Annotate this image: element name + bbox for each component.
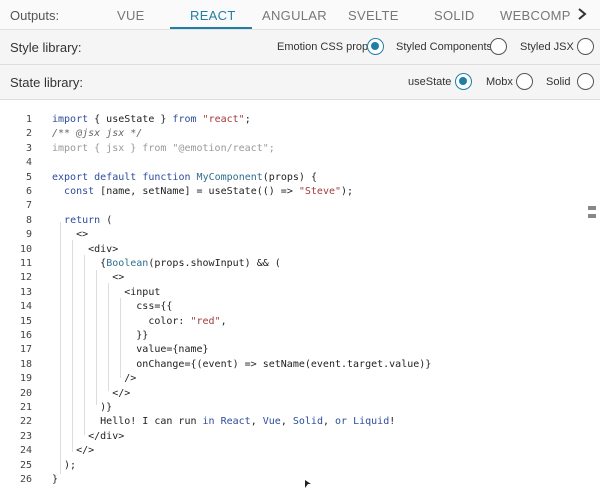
line-number: 22 bbox=[19, 416, 32, 428]
line-number: 20 bbox=[19, 387, 32, 399]
line-number: 16 bbox=[19, 330, 32, 341]
line-number: 24 bbox=[19, 445, 32, 457]
code-line[interactable]: ); bbox=[52, 460, 76, 471]
option-mobx-label: Mobx bbox=[486, 76, 513, 88]
radio-usestate[interactable] bbox=[455, 73, 472, 90]
active-tab-indicator bbox=[170, 27, 252, 29]
line-number: 23 bbox=[19, 430, 32, 442]
scrollbar-marker[interactable] bbox=[588, 206, 596, 210]
style-library-row: Style library: Emotion CSS prop Styled C… bbox=[0, 30, 600, 65]
code-editor[interactable]: 1 import { useState } from "react"; 2 /** @… bbox=[0, 100, 600, 488]
option-styled-components-label: Styled Components bbox=[396, 41, 492, 53]
option-emotion-label: Emotion CSS prop bbox=[277, 41, 369, 53]
line-number: 1 bbox=[25, 114, 32, 125]
line-number: 8 bbox=[25, 214, 32, 226]
code-line[interactable]: <input bbox=[52, 287, 160, 298]
outputs-label: Outputs: bbox=[10, 8, 60, 23]
code-line[interactable]: <> bbox=[52, 272, 124, 283]
line-number: 18 bbox=[19, 358, 32, 370]
tab-webcomponents[interactable]: WEBCOMPONENTS bbox=[500, 8, 570, 23]
chevron-right-icon[interactable] bbox=[575, 5, 589, 23]
code-line[interactable]: <div> bbox=[52, 244, 118, 255]
code-line[interactable]: export default function MyComponent(prop… bbox=[52, 172, 317, 183]
line-number: 9 bbox=[25, 229, 32, 241]
radio-styled-components[interactable] bbox=[490, 38, 507, 55]
state-library-label: State library: bbox=[10, 75, 83, 90]
line-number: 25 bbox=[19, 459, 32, 471]
code-line[interactable]: )} bbox=[52, 402, 112, 413]
mouse-cursor-icon bbox=[305, 480, 311, 488]
line-number: 10 bbox=[19, 243, 32, 255]
line-number: 3 bbox=[25, 142, 32, 154]
radio-mobx[interactable] bbox=[516, 73, 533, 90]
code-line[interactable]: import { jsx } from "@emotion/react"; bbox=[52, 143, 275, 154]
code-line[interactable]: </> bbox=[52, 388, 130, 399]
outputs-tabbar: Outputs: VUE REACT ANGULAR SVELTE SOLID … bbox=[0, 0, 600, 30]
option-usestate-label: useState bbox=[408, 76, 452, 88]
code-line[interactable]: }} bbox=[52, 330, 148, 341]
line-number: 14 bbox=[19, 301, 32, 313]
tab-angular[interactable]: ANGULAR bbox=[262, 8, 327, 23]
line-number: 19 bbox=[19, 373, 32, 385]
line-number: 5 bbox=[25, 171, 32, 183]
code-line[interactable]: color: "red", bbox=[52, 316, 226, 327]
code-line[interactable]: css={{ bbox=[52, 301, 172, 312]
code-line[interactable]: {Boolean(props.showInput) && ( bbox=[52, 258, 281, 269]
code-line[interactable]: const [name, setName] = useState(() => "… bbox=[52, 186, 353, 197]
style-library-label: Style library: bbox=[10, 40, 82, 55]
line-number: 15 bbox=[19, 315, 32, 327]
code-line[interactable]: /> bbox=[52, 373, 136, 384]
line-number: 2 bbox=[25, 128, 32, 140]
tab-solid[interactable]: SOLID bbox=[434, 8, 475, 23]
code-line[interactable]: } bbox=[52, 474, 58, 485]
code-line[interactable]: /** @jsx jsx */ bbox=[52, 128, 142, 139]
line-number: 17 bbox=[19, 344, 32, 356]
radio-emotion[interactable] bbox=[367, 38, 384, 55]
scrollbar-marker[interactable] bbox=[588, 214, 596, 218]
radio-styled-jsx[interactable] bbox=[577, 38, 594, 55]
code-line[interactable]: value={name} bbox=[52, 344, 208, 355]
line-number: 4 bbox=[25, 157, 32, 169]
line-number: 12 bbox=[19, 272, 32, 284]
code-line[interactable]: import { useState } from "react"; bbox=[52, 114, 251, 125]
line-number: 13 bbox=[19, 286, 32, 298]
line-number: 6 bbox=[25, 186, 32, 197]
line-number: 7 bbox=[25, 200, 32, 212]
line-number: 21 bbox=[19, 402, 32, 413]
line-number: 26 bbox=[19, 474, 32, 485]
option-solid-label: Solid bbox=[546, 76, 571, 88]
line-number: 11 bbox=[19, 258, 32, 269]
tab-svelte[interactable]: SVELTE bbox=[348, 8, 399, 23]
code-line[interactable]: </div> bbox=[52, 431, 124, 442]
code-line[interactable]: return ( bbox=[52, 215, 112, 226]
code-line[interactable]: Hello! I can run in React, Vue, Solid, o… bbox=[52, 416, 395, 427]
radio-solid[interactable] bbox=[577, 73, 594, 90]
state-library-row: State library: useState Mobx Solid bbox=[0, 65, 600, 100]
tab-react[interactable]: REACT bbox=[190, 8, 236, 23]
tab-vue[interactable]: VUE bbox=[117, 8, 145, 23]
option-styled-jsx-label: Styled JSX bbox=[520, 41, 574, 53]
code-line[interactable]: <> bbox=[52, 229, 88, 240]
code-line[interactable]: </> bbox=[52, 445, 94, 456]
tab-overflow-clip: WEBCOMPONENTS bbox=[500, 0, 570, 30]
code-line[interactable]: onChange={(event) => setName(event.targe… bbox=[52, 359, 431, 370]
